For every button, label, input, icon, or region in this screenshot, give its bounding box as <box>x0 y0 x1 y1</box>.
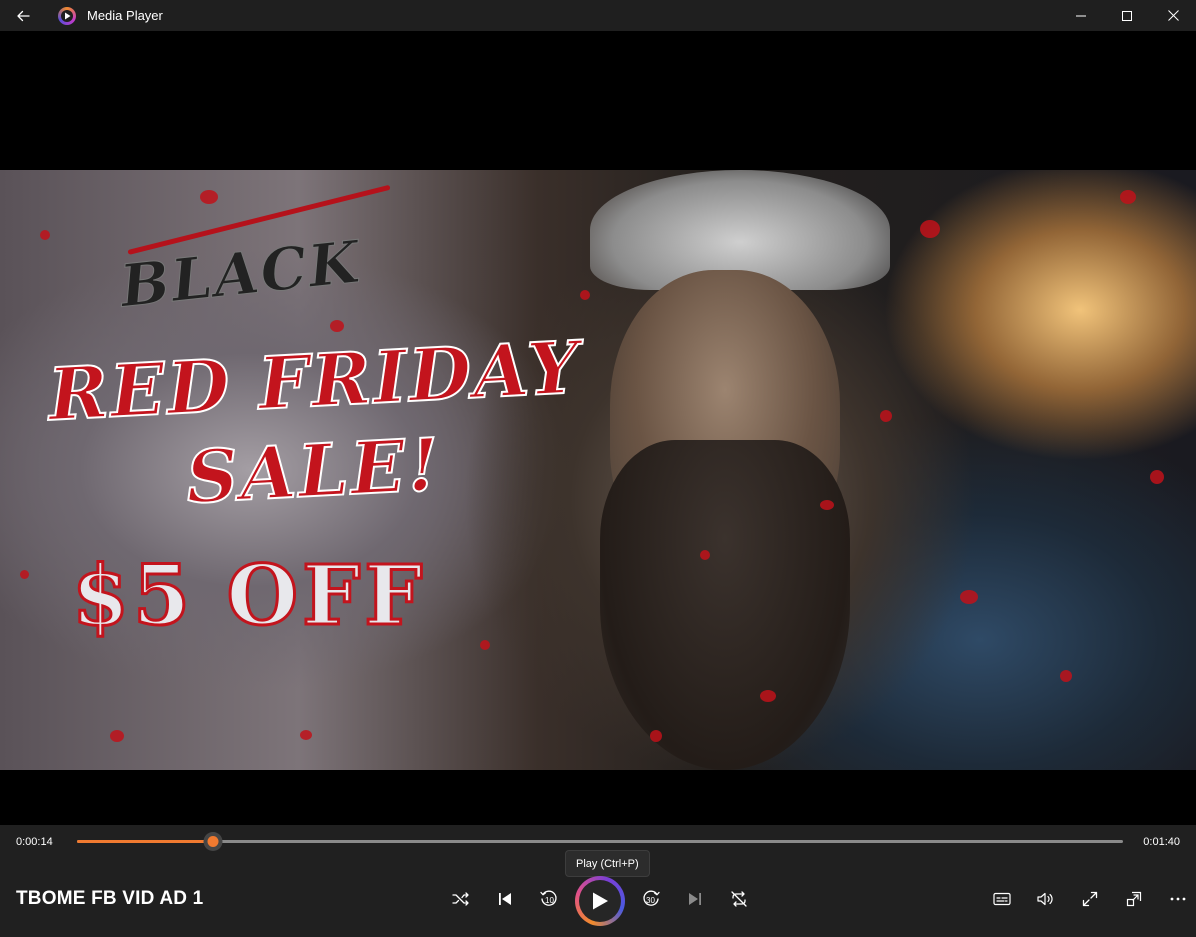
previous-track-icon <box>499 893 511 905</box>
minimize-button[interactable] <box>1058 0 1104 31</box>
app-title: Media Player <box>87 8 163 23</box>
ad-text-sale: SALE! <box>183 420 444 520</box>
miniplayer-button[interactable] <box>1118 883 1150 915</box>
play-icon <box>593 892 608 910</box>
next-button[interactable] <box>679 883 711 915</box>
captions-icon <box>993 892 1011 906</box>
skip-back-10-icon: 10 <box>540 890 557 906</box>
skip-back-button[interactable]: 10 <box>533 883 565 915</box>
skip-forward-30-icon: 30 <box>643 890 660 906</box>
close-button[interactable] <box>1150 0 1196 31</box>
window-controls <box>1058 0 1196 31</box>
playback-controls-panel: 0:00:14 0:01:40 Play (Ctrl+P) TBOME FB V… <box>0 825 1196 937</box>
minimize-icon <box>1076 15 1086 16</box>
maximize-icon <box>1122 10 1132 21</box>
miniplayer-icon <box>1126 891 1142 907</box>
maximize-button[interactable] <box>1104 0 1150 31</box>
seek-bar[interactable] <box>77 832 1123 851</box>
captions-button[interactable] <box>986 883 1018 915</box>
total-time: 0:01:40 <box>1143 836 1180 848</box>
skip-forward-button[interactable]: 30 <box>635 883 667 915</box>
shuffle-button[interactable] <box>445 883 477 915</box>
video-viewport[interactable]: BLACK RED FRIDAY SALE! $5 OFF <box>0 31 1196 825</box>
fullscreen-button[interactable] <box>1074 883 1106 915</box>
ad-text-discount: $5 OFF <box>71 547 427 646</box>
previous-button[interactable] <box>489 883 521 915</box>
volume-icon <box>1037 892 1053 906</box>
seek-bar-thumb[interactable] <box>203 832 223 851</box>
back-arrow-icon <box>17 10 30 21</box>
title-bar: Media Player <box>0 0 1196 31</box>
warrior-beard <box>600 440 850 770</box>
ad-text-black: BLACK <box>117 227 365 321</box>
seek-bar-progress <box>77 840 213 843</box>
current-time: 0:00:14 <box>16 836 53 848</box>
ad-text-red-friday: RED FRIDAY <box>45 323 584 438</box>
skip-forward-label: 30 <box>646 896 655 905</box>
play-tooltip: Play (Ctrl+P) <box>565 850 650 877</box>
shuffle-icon <box>452 892 469 906</box>
back-button[interactable] <box>0 0 46 31</box>
video-frame: BLACK RED FRIDAY SALE! $5 OFF <box>0 170 1196 770</box>
skip-back-label: 10 <box>545 896 554 905</box>
play-button[interactable] <box>575 876 625 926</box>
repeat-button[interactable] <box>723 883 755 915</box>
next-track-icon <box>689 893 701 905</box>
fullscreen-icon <box>1082 891 1098 907</box>
repeat-off-icon <box>731 891 747 907</box>
volume-button[interactable] <box>1029 883 1061 915</box>
app-logo-icon <box>58 6 76 25</box>
more-options-icon <box>1170 897 1186 901</box>
more-options-button[interactable] <box>1162 883 1194 915</box>
close-icon <box>1167 10 1179 21</box>
media-title: TBOME FB VID AD 1 <box>16 888 204 909</box>
